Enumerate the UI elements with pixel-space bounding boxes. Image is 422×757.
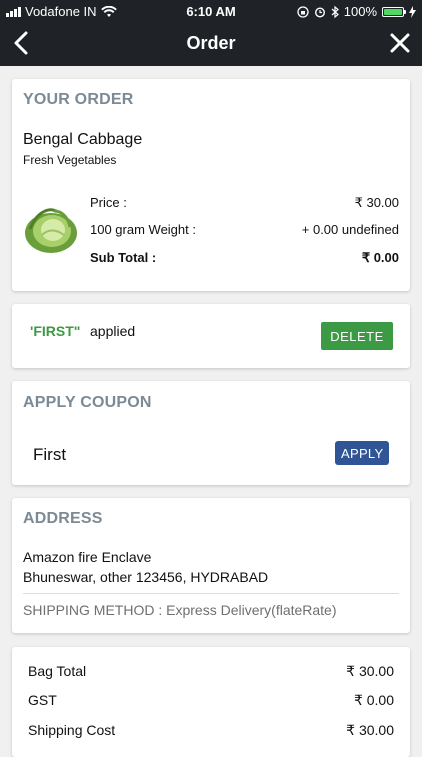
applied-coupon-text: applied (90, 323, 136, 339)
summary-label: GST (28, 692, 57, 708)
price-row: Price : ₹ 30.00 (90, 195, 399, 211)
top-bar: Vodafone IN 6:10 AM 100% Order (0, 0, 422, 66)
weight-label: 100 gram Weight : (90, 222, 196, 237)
cabbage-image (25, 208, 77, 253)
summary-value: ₹ 30.00 (346, 722, 394, 738)
address-divider (23, 593, 399, 594)
alarm-icon (314, 6, 325, 18)
status-bar: Vodafone IN 6:10 AM 100% (0, 0, 422, 22)
order-section-title: YOUR ORDER (23, 91, 134, 108)
coupon-input[interactable]: First (33, 445, 66, 465)
summary-row-shipping-cost: Shipping Cost ₹ 30.00 (28, 722, 394, 739)
summary-label: Shipping Cost (28, 722, 116, 738)
summary-row-bag-total: Bag Total ₹ 30.00 (28, 663, 394, 680)
order-card: YOUR ORDER Bengal Cabbage Fresh Vegetabl… (12, 79, 410, 291)
rotation-lock-icon (297, 5, 309, 18)
apply-coupon-button[interactable]: APPLY (335, 441, 389, 465)
summary-value: ₹ 30.00 (346, 663, 394, 679)
bluetooth-icon (331, 5, 339, 18)
address-title: ADDRESS (23, 510, 103, 527)
price-label: Price : (90, 195, 127, 210)
apply-coupon-card: APPLY COUPON First APPLY (12, 381, 410, 485)
subtotal-label: Sub Total : (90, 250, 157, 265)
battery-icon (382, 6, 406, 17)
nav-row: Order (0, 22, 422, 66)
page-title: Order (186, 33, 236, 53)
summary-label: Bag Total (28, 663, 87, 679)
charging-icon (409, 5, 416, 18)
product-name: Bengal Cabbage (23, 131, 143, 148)
summary-card: Bag Total ₹ 30.00 GST ₹ 0.00 Shipping Co… (12, 647, 410, 757)
summary-value: ₹ 0.00 (353, 692, 394, 708)
apply-coupon-title: APPLY COUPON (23, 394, 152, 411)
applied-coupon-code: 'FIRST" (30, 323, 81, 339)
close-icon[interactable] (388, 30, 412, 56)
weight-value: + 0.00 undefined (301, 222, 399, 237)
battery-percent: 100% (343, 4, 377, 19)
address-line-2: Bhuneswar, other 123456, HYDRABAD (23, 569, 269, 585)
address-card: ADDRESS Amazon fire Enclave Bhuneswar, o… (12, 498, 410, 633)
subtotal-value: ₹ 0.00 (361, 250, 399, 265)
address-line-1: Amazon fire Enclave (23, 549, 152, 565)
status-right: 100% (297, 4, 416, 19)
delete-coupon-button[interactable]: DELETE (321, 322, 393, 350)
applied-coupon-card: 'FIRST" applied DELETE (12, 304, 410, 368)
summary-row-gst: GST ₹ 0.00 (28, 692, 394, 709)
weight-row: 100 gram Weight : + 0.00 undefined (90, 222, 399, 237)
price-value: ₹ 30.00 (354, 195, 399, 210)
shipping-method: SHIPPING METHOD : Express Delivery(flate… (23, 602, 337, 618)
product-category: Fresh Vegetables (23, 153, 117, 167)
subtotal-row: Sub Total : ₹ 0.00 (90, 250, 399, 266)
